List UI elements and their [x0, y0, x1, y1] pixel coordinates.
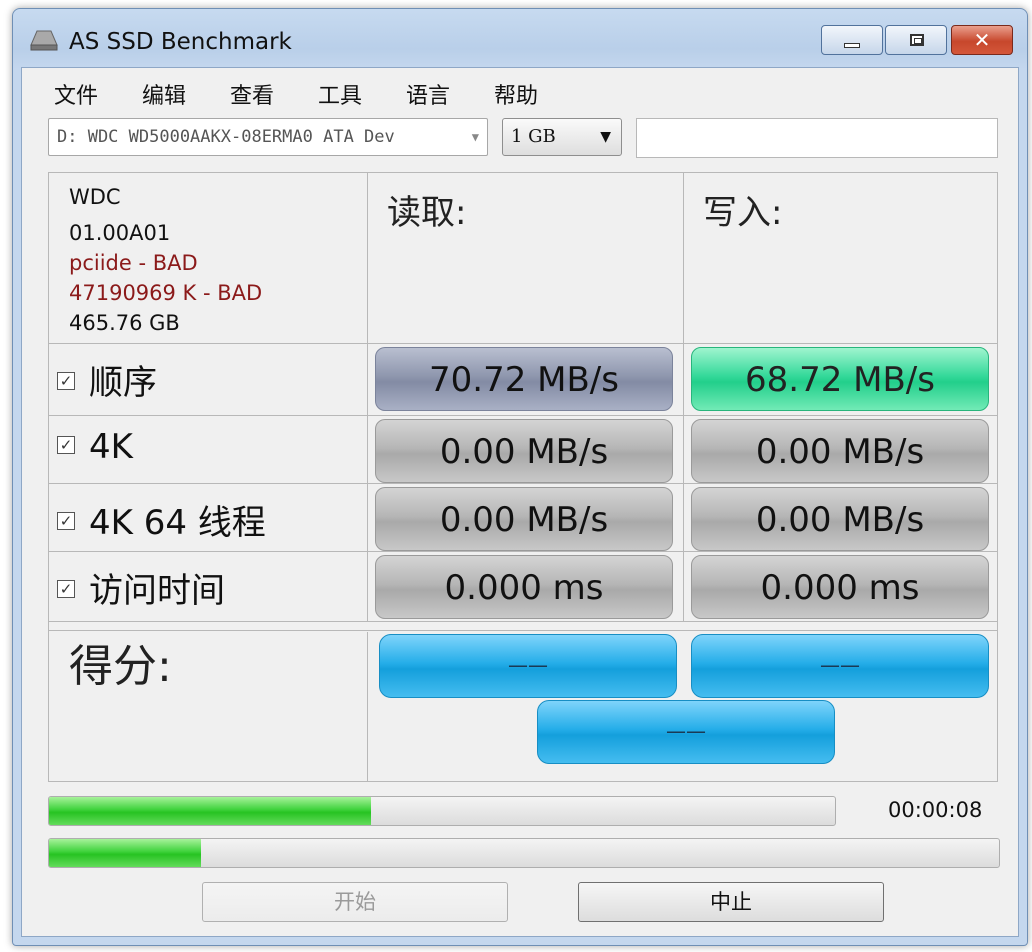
window-title: AS SSD Benchmark: [69, 29, 292, 55]
test-label-4k: 4K: [89, 427, 133, 467]
title-bar[interactable]: AS SSD Benchmark ✕: [13, 9, 1027, 69]
grid-divider: [683, 173, 684, 621]
client-area: 文件 编辑 查看 工具 语言 帮助 D: WDC WD5000AAKX-08ER…: [21, 67, 1019, 937]
test-label-seq: 顺序: [89, 363, 157, 403]
current-progress-fill: [49, 839, 201, 867]
grid-divider: [49, 630, 997, 631]
test-label-access: 访问时间: [89, 571, 225, 611]
driver-status: pciide - BAD: [69, 251, 198, 275]
test-row-seq[interactable]: ✓ 顺序: [57, 355, 157, 404]
menu-language[interactable]: 语言: [406, 78, 450, 110]
test-row-4k64[interactable]: ✓ 4K 64 线程: [57, 495, 266, 544]
grid-divider: [49, 415, 997, 416]
minimize-button[interactable]: [821, 25, 883, 55]
elapsed-time: 00:00:08: [888, 798, 983, 822]
seq-read-result: 70.72 MB/s: [375, 347, 673, 411]
checkbox-4k[interactable]: ✓: [57, 435, 75, 454]
close-button[interactable]: ✕: [951, 25, 1013, 55]
checkbox-4k64[interactable]: ✓: [57, 511, 75, 530]
read-score: ——: [379, 634, 677, 698]
grid-divider: [367, 173, 368, 621]
write-column-header: 写入:: [703, 193, 783, 233]
drive-firmware: 01.00A01: [69, 221, 171, 245]
checkbox-access[interactable]: ✓: [57, 579, 75, 598]
alignment-status: 47190969 K - BAD: [69, 281, 263, 305]
overall-progress-fill: [49, 797, 372, 825]
drive-select-value: D: WDC WD5000AAKX-08ERMA0 ATA Dev: [57, 127, 395, 147]
menu-view[interactable]: 查看: [230, 78, 274, 110]
app-window: AS SSD Benchmark ✕ 文件 编辑 查看 工具 语言 帮助 D: …: [12, 8, 1028, 946]
menu-help[interactable]: 帮助: [494, 78, 538, 110]
4k-read-result: 0.00 MB/s: [375, 419, 673, 483]
checkbox-seq[interactable]: ✓: [57, 371, 75, 390]
total-score: ——: [537, 700, 835, 764]
4k-write-result: 0.00 MB/s: [691, 419, 989, 483]
drive-capacity: 465.76 GB: [69, 311, 180, 335]
app-drive-icon: [29, 29, 59, 55]
4k64-read-result: 0.00 MB/s: [375, 487, 673, 551]
maximize-button[interactable]: [885, 25, 947, 55]
overall-progress-bar: [48, 796, 836, 826]
drive-select[interactable]: D: WDC WD5000AAKX-08ERMA0 ATA Dev ▼: [48, 118, 488, 156]
seq-write-result: 68.72 MB/s: [691, 347, 989, 411]
4k64-write-result: 0.00 MB/s: [691, 487, 989, 551]
current-progress-bar: [48, 838, 1000, 868]
grid-divider: [49, 343, 997, 344]
abort-button[interactable]: 中止: [578, 882, 884, 922]
test-label-4k64: 4K 64 线程: [89, 503, 266, 543]
menu-bar: 文件 编辑 查看 工具 语言 帮助: [22, 68, 1018, 110]
chevron-down-icon: ▼: [600, 129, 611, 145]
write-score: ——: [691, 634, 989, 698]
test-row-access[interactable]: ✓ 访问时间: [57, 563, 225, 612]
access-write-result: 0.000 ms: [691, 555, 989, 619]
grid-divider: [367, 632, 368, 782]
menu-edit[interactable]: 编辑: [142, 78, 186, 110]
read-column-header: 读取:: [387, 193, 467, 233]
menu-file[interactable]: 文件: [54, 78, 98, 110]
minimize-icon: [844, 43, 860, 48]
test-size-select[interactable]: 1 GB ▼: [502, 118, 622, 156]
menu-tools[interactable]: 工具: [318, 78, 362, 110]
score-label: 得分:: [69, 641, 172, 692]
start-button[interactable]: 开始: [202, 882, 508, 922]
chevron-down-icon: ▼: [471, 130, 479, 144]
results-grid: WDC 01.00A01 pciide - BAD 47190969 K - B…: [48, 172, 998, 622]
drive-model: WDC: [69, 185, 121, 209]
restore-icon: [910, 34, 924, 46]
test-size-value: 1 GB: [511, 126, 556, 147]
test-row-4k[interactable]: ✓ 4K: [57, 427, 133, 467]
score-panel: 得分: —— —— ——: [48, 622, 998, 782]
status-field: [636, 118, 998, 158]
close-icon: ✕: [973, 28, 991, 52]
access-read-result: 0.000 ms: [375, 555, 673, 619]
